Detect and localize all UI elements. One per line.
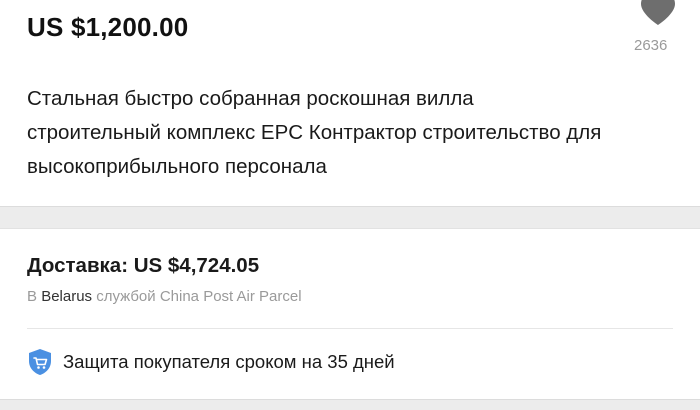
shipping-details: В Belarus службой China Post Air Parcel bbox=[27, 288, 302, 305]
buyer-protection-row[interactable]: Защита покупателя сроком на 35 дней bbox=[27, 347, 395, 377]
section-separator bbox=[0, 399, 700, 410]
shipping-prefix: В bbox=[27, 288, 38, 305]
shipping-carrier: China Post Air Parcel bbox=[159, 288, 302, 305]
heart-icon[interactable] bbox=[639, 0, 677, 26]
product-price: US $1,200.00 bbox=[27, 12, 189, 42]
shield-cart-icon bbox=[29, 349, 51, 375]
product-title-line: высокоприбыльного персонала bbox=[27, 155, 327, 178]
section-separator bbox=[0, 206, 700, 229]
buyer-protection-label: Защита покупателя сроком на 35 дней bbox=[63, 351, 395, 372]
wishlist-button[interactable] bbox=[634, 0, 682, 26]
product-title: Стальная быстро собранная роскошная вилл… bbox=[27, 82, 667, 184]
shipping-country: Belarus bbox=[41, 288, 93, 305]
wishlist-count: 2636 bbox=[634, 37, 668, 54]
shipping-middle: службой bbox=[96, 288, 156, 305]
product-info-card: US $1,200.00 2636 Стальная быстро собран… bbox=[0, 0, 700, 206]
product-title-line: строительный комплекс EPC Контрактор стр… bbox=[27, 121, 602, 144]
shipping-cost: Доставка: US $4,724.05 bbox=[27, 254, 260, 277]
divider bbox=[27, 328, 673, 329]
shipping-card[interactable]: Доставка: US $4,724.05 В Belarus службой… bbox=[0, 229, 700, 399]
product-title-line: Стальная быстро собранная роскошная вилл… bbox=[27, 87, 474, 110]
